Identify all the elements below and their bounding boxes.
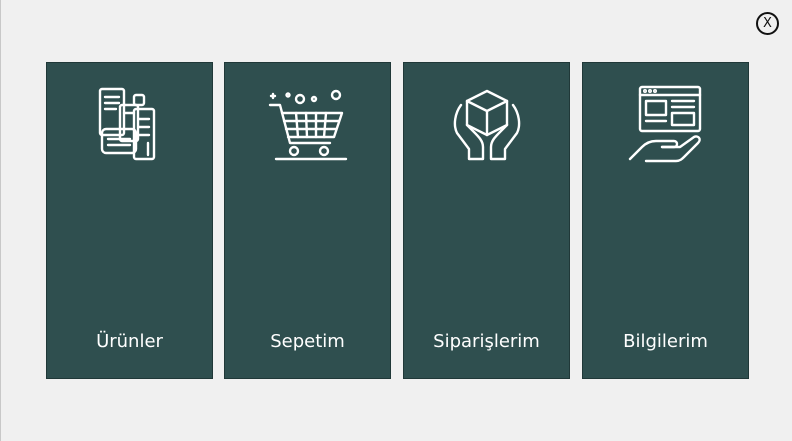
products-tile[interactable]: Ürünler [46,62,213,379]
shopping-cart-icon [266,83,350,167]
box-in-hands-icon [445,83,529,167]
orders-label: Siparişlerim [433,331,540,352]
close-button[interactable]: X [756,12,779,35]
cart-label: Sepetim [270,331,345,352]
cart-tile[interactable]: Sepetim [224,62,391,379]
close-icon: X [763,16,772,31]
main-window: X Ürünler Sepetim Siparişlerim Bilgileri… [0,0,792,441]
products-label: Ürünler [96,331,163,352]
orders-tile[interactable]: Siparişlerim [403,62,570,379]
webpage-on-hand-icon [624,83,708,167]
my-info-tile[interactable]: Bilgilerim [582,62,749,379]
my-info-label: Bilgilerim [623,331,708,352]
products-icon [88,83,172,167]
